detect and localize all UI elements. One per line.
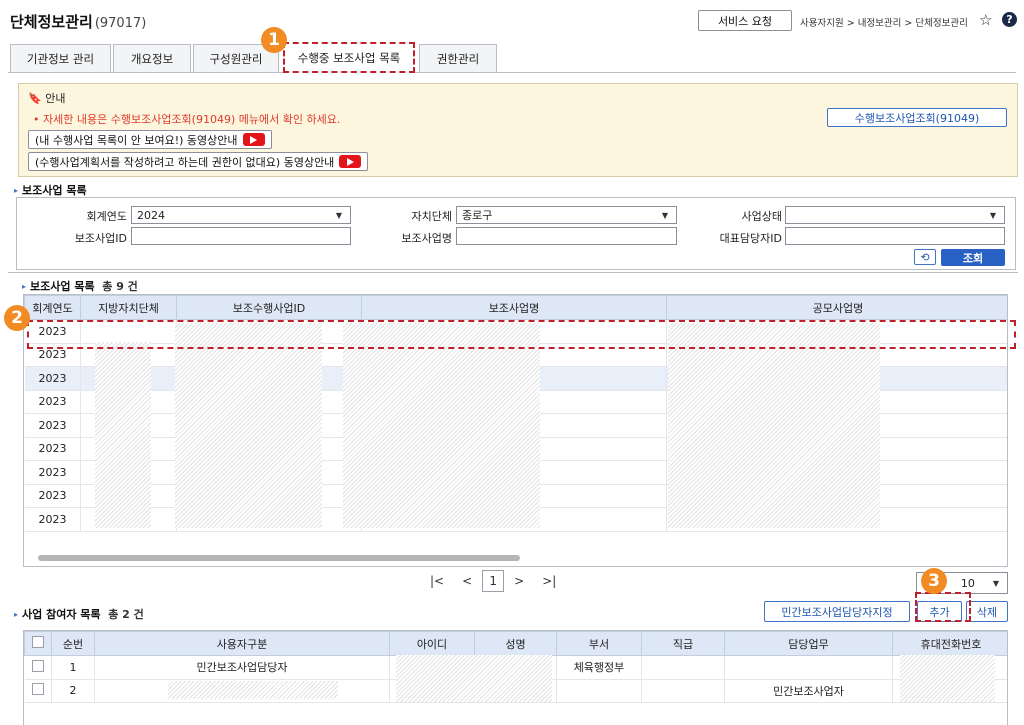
cell-type: 민간보조사업담당자 bbox=[94, 655, 390, 680]
highlight-add bbox=[915, 592, 971, 622]
service-request-button[interactable]: 서비스 요청 bbox=[698, 10, 792, 31]
local-gov-select[interactable]: 종로구 ▼ bbox=[456, 206, 677, 224]
project-lookup-button[interactable]: 수행보조사업조회(91049) bbox=[827, 108, 1007, 127]
assign-manager-button[interactable]: 민간보조사업담당자지정 bbox=[764, 601, 910, 622]
redacted-participant-phone bbox=[900, 655, 995, 702]
cell-year: 2023 bbox=[24, 390, 81, 414]
cell-year: 2023 bbox=[24, 413, 81, 438]
row-checkbox[interactable] bbox=[31, 659, 44, 672]
reset-icon[interactable]: ⟲ bbox=[914, 249, 936, 265]
list-section-header: 보조사업 목록 총 9 건 bbox=[22, 278, 138, 294]
col-rank: 직급 bbox=[641, 631, 725, 656]
next-page-icon[interactable]: > bbox=[514, 574, 524, 588]
cell-duty: 민간보조사업자 bbox=[724, 679, 893, 703]
redacted-contest-name bbox=[668, 323, 880, 528]
select-all-checkbox bbox=[32, 636, 44, 648]
tab-projects[interactable]: 수행중 보조사업 목록 bbox=[283, 42, 415, 73]
col-no: 순번 bbox=[51, 631, 95, 656]
col-project-id[interactable]: 보조수행사업ID bbox=[176, 295, 362, 320]
redacted-local-gov bbox=[95, 342, 151, 528]
first-page-icon[interactable]: |< bbox=[430, 574, 444, 588]
col-duty: 담당업무 bbox=[724, 631, 893, 656]
notice-title: 🔖 안내 bbox=[28, 92, 66, 105]
cell-year: 2023 bbox=[24, 437, 81, 461]
manager-id-input[interactable] bbox=[785, 227, 1005, 245]
fiscal-year-select[interactable]: 2024 ▼ bbox=[131, 206, 351, 224]
tab-permissions[interactable]: 권한관리 bbox=[419, 44, 497, 72]
cell-year: 2023 bbox=[24, 507, 81, 532]
help-icon[interactable]: ? bbox=[1002, 12, 1017, 27]
horizontal-scrollbar[interactable] bbox=[38, 555, 520, 561]
project-id-input[interactable] bbox=[131, 227, 351, 245]
play-icon bbox=[339, 155, 362, 168]
status-select[interactable]: ▼ bbox=[785, 206, 1005, 224]
bookmark-icon: 🔖 bbox=[28, 92, 42, 105]
cell-year: 2023 bbox=[24, 484, 81, 508]
video-guide-2[interactable]: (수행사업계획서를 작성하려고 하는데 권한이 없대요) 동영상안내 bbox=[28, 152, 369, 171]
prev-page-icon[interactable]: < bbox=[462, 574, 472, 588]
col-phone: 휴대전화번호 bbox=[892, 631, 1007, 656]
redacted-project-name bbox=[343, 323, 540, 528]
cell-dept bbox=[556, 679, 642, 703]
marker-2: 2 bbox=[4, 305, 30, 331]
notice-bullet: • 자세한 내용은 수행보조사업조회(91049) 메뉴에서 확인 하세요. bbox=[33, 113, 341, 126]
last-page-icon[interactable]: >| bbox=[542, 574, 556, 588]
cell-duty bbox=[724, 655, 893, 680]
col-local-gov[interactable]: 지방자치단체 bbox=[80, 295, 177, 320]
highlight-row bbox=[27, 320, 1016, 349]
delete-button[interactable]: 삭제 bbox=[966, 601, 1008, 622]
col-contest-name[interactable]: 공모사업명 bbox=[666, 295, 1007, 320]
marker-3: 3 bbox=[921, 568, 947, 594]
col-user-id: 아이디 bbox=[389, 631, 475, 656]
cell-no: 2 bbox=[51, 679, 95, 703]
breadcrumb: 사용자지원 > 내정보관리 > 단체정보관리 bbox=[800, 18, 968, 29]
col-project-name[interactable]: 보조사업명 bbox=[361, 295, 667, 320]
col-year[interactable]: 회계연도 bbox=[24, 295, 81, 320]
play-icon bbox=[242, 133, 265, 146]
marker-1: 1 bbox=[261, 27, 287, 53]
search-section-header: 보조사업 목록 bbox=[14, 182, 87, 198]
notice-box: 🔖 안내 • 자세한 내용은 수행보조사업조회(91049) 메뉴에서 확인 하… bbox=[18, 83, 1018, 177]
tab-overview[interactable]: 개요정보 bbox=[113, 44, 191, 72]
redacted-participant-id bbox=[396, 655, 552, 702]
cell-dept: 체육행정부 bbox=[556, 655, 642, 680]
star-icon[interactable]: ☆ bbox=[979, 11, 992, 29]
redacted-participant-type bbox=[168, 681, 338, 699]
video-guide-1[interactable]: (내 수행사업 목록이 안 보여요!) 동영상안내 bbox=[28, 130, 272, 149]
col-name: 성명 bbox=[474, 631, 557, 656]
row-checkbox[interactable] bbox=[31, 683, 44, 696]
search-panel: 회계연도 2024 ▼ 자치단체 종로구 ▼ 사업상태 ▼ 보조사업ID 보조사업명… bbox=[16, 197, 1016, 270]
participant-section-header: 사업 참여자 목록 총 2 건 bbox=[14, 606, 144, 622]
cell-no: 1 bbox=[51, 655, 95, 680]
col-dept: 부서 bbox=[556, 631, 642, 656]
project-name-input[interactable] bbox=[456, 227, 677, 245]
col-check[interactable] bbox=[24, 631, 52, 656]
page-current[interactable]: 1 bbox=[482, 570, 505, 592]
pagination: |< < 1 > >| bbox=[430, 569, 570, 593]
col-user-type: 사용자구분 bbox=[94, 631, 390, 656]
page-title: 단체정보관리 (97017) bbox=[10, 13, 147, 31]
cell-year: 2023 bbox=[24, 460, 81, 485]
tab-org-info[interactable]: 기관정보 관리 bbox=[10, 44, 111, 72]
redacted-project-id bbox=[175, 323, 322, 528]
search-button[interactable]: 조회 bbox=[941, 249, 1005, 266]
cell-year: 2023 bbox=[24, 366, 81, 391]
